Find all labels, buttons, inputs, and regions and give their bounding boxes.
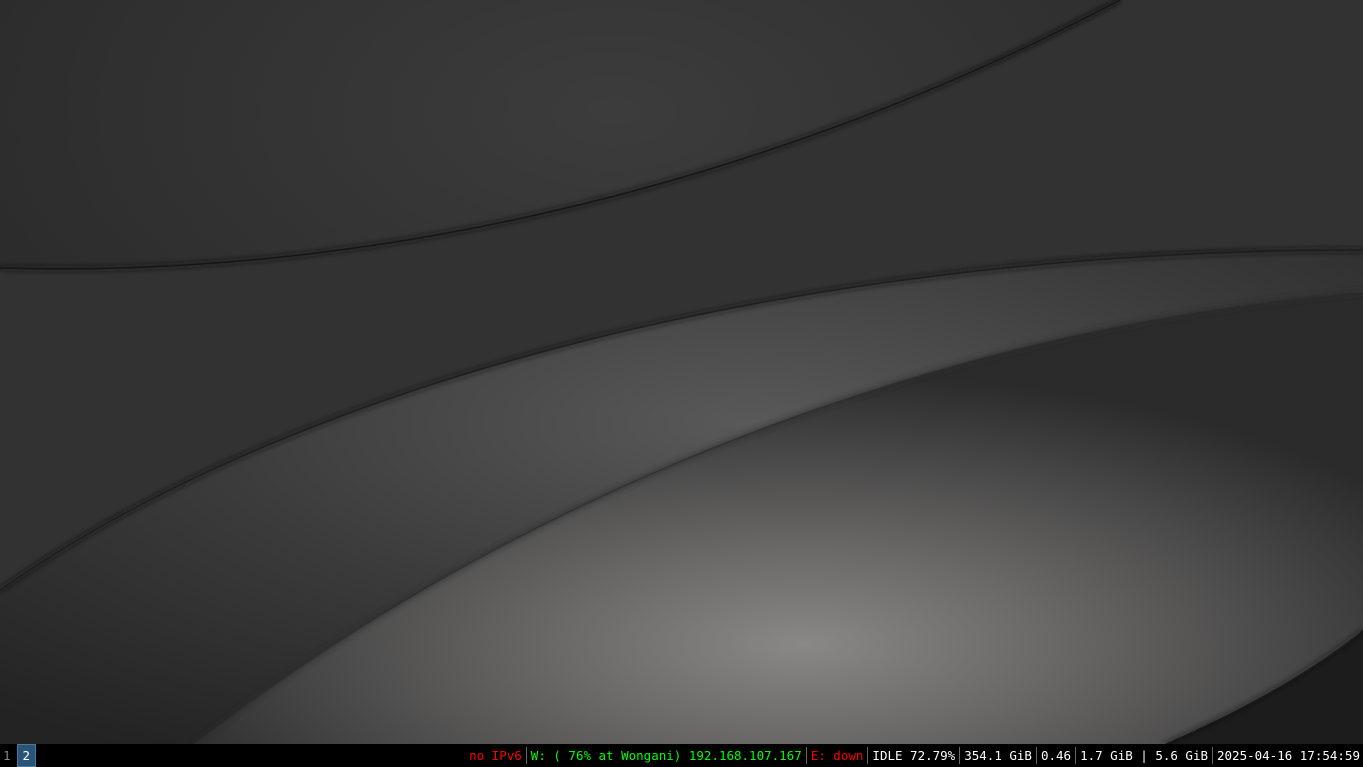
workspace-button-1[interactable]: 1	[0, 744, 14, 767]
datetime-status: 2025-04-16 17:54:59	[1217, 748, 1360, 763]
ipv6-status: no IPv6	[465, 747, 527, 764]
disk-status: 354.1 GiB	[960, 747, 1037, 764]
workspace-button-2[interactable]: 2	[16, 744, 37, 767]
wireless-status: W: ( 76% at Wongani) 192.168.107.167	[527, 747, 807, 764]
status-bar: 1 2 no IPv6 W: ( 76% at Wongani) 192.168…	[0, 744, 1363, 767]
memory-status: 1.7 GiB | 5.6 GiB	[1076, 747, 1213, 764]
ethernet-status: E: down	[807, 747, 869, 764]
load-status: 0.46	[1037, 747, 1077, 764]
desktop-wallpaper	[0, 0, 1363, 744]
wallpaper-graphic	[0, 0, 1363, 744]
workspace-list: 1 2	[0, 744, 37, 767]
status-line: no IPv6 W: ( 76% at Wongani) 192.168.107…	[465, 744, 1363, 767]
cpu-usage-status: IDLE 72.79%	[868, 747, 961, 764]
